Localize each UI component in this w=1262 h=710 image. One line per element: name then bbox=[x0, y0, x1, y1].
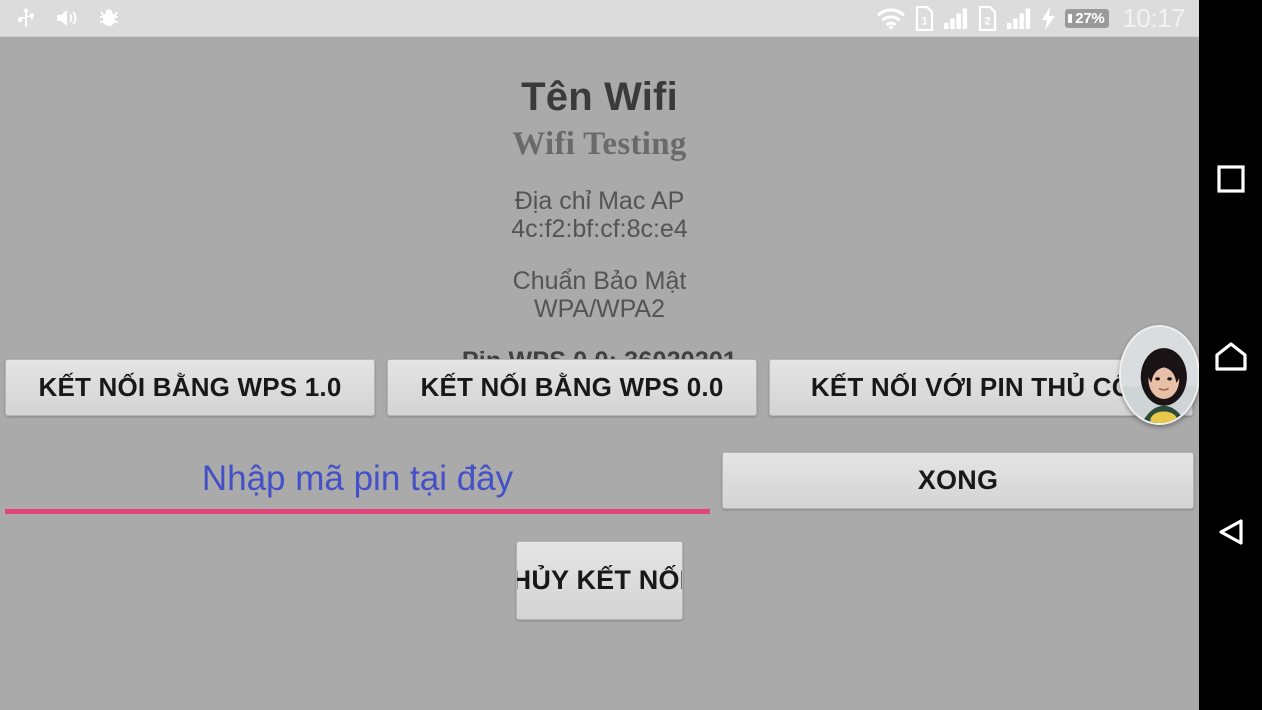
status-bar-clock: 10:17 bbox=[1122, 3, 1185, 33]
bug-icon bbox=[98, 7, 120, 29]
floating-avatar-bubble[interactable] bbox=[1119, 325, 1200, 425]
wifi-icon bbox=[876, 7, 906, 30]
usb-icon bbox=[16, 7, 36, 29]
volume-icon bbox=[56, 8, 78, 28]
disconnect-button[interactable]: HỦY KẾT NỐI bbox=[516, 541, 683, 620]
pin-input-wrapper bbox=[5, 452, 710, 514]
avatar-image bbox=[1121, 327, 1198, 423]
connect-wps-10-button[interactable]: KẾT NỐI BẰNG WPS 1.0 bbox=[5, 359, 375, 416]
back-triangle-icon[interactable] bbox=[1199, 500, 1262, 563]
pin-entry-row: XONG bbox=[0, 452, 1199, 522]
svg-text:1: 1 bbox=[922, 15, 928, 27]
battery-percent-label: 27% bbox=[1075, 9, 1105, 27]
wifi-title-label: Tên Wifi bbox=[521, 75, 678, 119]
signal1-icon bbox=[943, 7, 969, 30]
phone-screen: 1 2 27% 10:17 Tên Wifi Wifi Testing Địa … bbox=[0, 0, 1262, 710]
signal2-icon bbox=[1006, 7, 1032, 30]
connect-wps-00-button[interactable]: KẾT NỐI BẰNG WPS 0.0 bbox=[387, 359, 757, 416]
mac-address-label: Địa chỉ Mac AP bbox=[514, 187, 685, 215]
sim2-icon: 2 bbox=[978, 5, 997, 31]
security-block: Chuẩn Bảo Mật WPA/WPA2 bbox=[0, 267, 1199, 323]
svg-text:2: 2 bbox=[985, 15, 991, 27]
recents-square-icon[interactable] bbox=[1199, 147, 1262, 210]
home-icon[interactable] bbox=[1199, 325, 1262, 388]
mac-address-value: 4c:f2:bf:cf:8c:e4 bbox=[511, 215, 688, 243]
pin-input-underline bbox=[5, 509, 710, 514]
navigation-bar bbox=[1199, 0, 1262, 710]
app-content: Tên Wifi Wifi Testing Địa chỉ Mac AP 4c:… bbox=[0, 37, 1199, 710]
status-bar-right-icons: 1 2 27% 10:17 bbox=[876, 5, 1199, 31]
sim1-icon: 1 bbox=[915, 5, 934, 31]
wifi-name-value: Wifi Testing bbox=[512, 126, 687, 162]
status-bar: 1 2 27% 10:17 bbox=[0, 0, 1199, 37]
mac-address-block: Địa chỉ Mac AP 4c:f2:bf:cf:8c:e4 bbox=[0, 187, 1199, 243]
connect-buttons-row: KẾT NỐI BẰNG WPS 1.0 KẾT NỐI BẰNG WPS 0.… bbox=[0, 359, 1199, 416]
battery-cap-icon bbox=[1068, 13, 1073, 23]
pin-input[interactable] bbox=[5, 452, 710, 510]
charging-bolt-icon bbox=[1041, 6, 1056, 30]
security-value: WPA/WPA2 bbox=[533, 295, 666, 323]
security-label: Chuẩn Bảo Mật bbox=[512, 267, 687, 295]
done-button[interactable]: XONG bbox=[722, 452, 1194, 509]
battery-indicator: 27% bbox=[1065, 8, 1110, 28]
status-bar-left-icons bbox=[0, 7, 120, 29]
